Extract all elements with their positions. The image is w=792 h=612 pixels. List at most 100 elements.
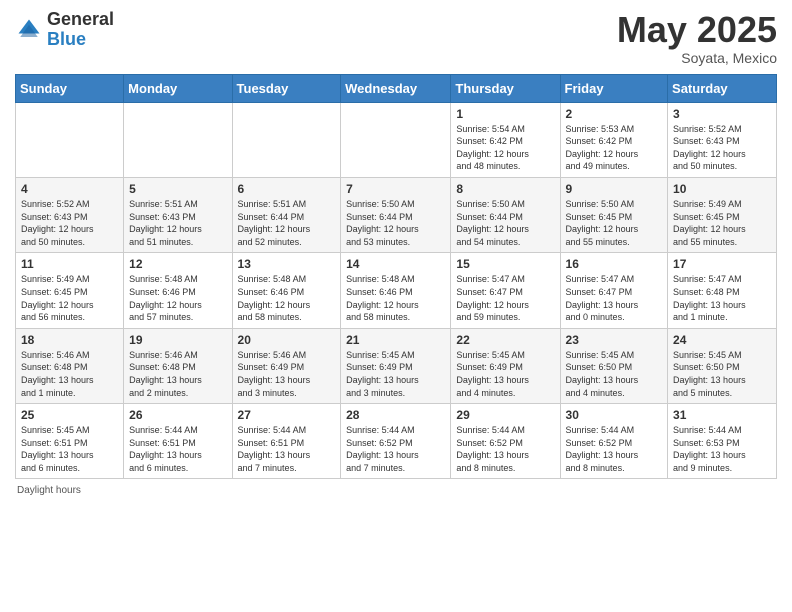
day-number: 15 bbox=[456, 257, 554, 271]
calendar-cell: 26Sunrise: 5:44 AM Sunset: 6:51 PM Dayli… bbox=[124, 404, 232, 479]
day-number: 29 bbox=[456, 408, 554, 422]
month-title: May 2025 bbox=[617, 10, 777, 50]
calendar-cell: 8Sunrise: 5:50 AM Sunset: 6:44 PM Daylig… bbox=[451, 177, 560, 252]
calendar-cell: 9 Sunrise: 5:50 AM Sunset: 6:45 PM Daylig… bbox=[560, 177, 668, 252]
calendar-cell: 2 Sunrise: 5:53 AM Sunset: 6:42 PM Daylig… bbox=[560, 102, 668, 177]
day-number: 23 bbox=[566, 333, 663, 347]
calendar-cell: 25 Sunrise: 5:45 AM Sunset: 6:51 PM Dayli… bbox=[16, 404, 124, 479]
page: General Blue May 2025 Soyata, Mexico Sun… bbox=[0, 0, 792, 612]
calendar-week-row: 4 Sunrise: 5:52 AM Sunset: 6:43 PM Daylig… bbox=[16, 177, 777, 252]
calendar-day-header: Sunday bbox=[16, 74, 124, 102]
day-number: 8 bbox=[456, 182, 554, 196]
day-number: 10 bbox=[673, 182, 771, 196]
day-number: 6 bbox=[238, 182, 336, 196]
calendar-cell: 4 Sunrise: 5:52 AM Sunset: 6:43 PM Daylig… bbox=[16, 177, 124, 252]
calendar-week-row: 25 Sunrise: 5:45 AM Sunset: 6:51 PM Dayli… bbox=[16, 404, 777, 479]
day-info: Sunrise: 5:47 AM Sunset: 6:47 PM Dayligh… bbox=[566, 273, 663, 323]
calendar-cell: 20 Sunrise: 5:46 AM Sunset: 6:49 PM Dayli… bbox=[232, 328, 341, 403]
day-number: 30 bbox=[566, 408, 663, 422]
day-info: Sunrise: 5:51 AM Sunset: 6:44 PM Dayligh… bbox=[238, 198, 336, 248]
day-info: Sunrise: 5:49 AM Sunset: 6:45 PM Dayligh… bbox=[21, 273, 118, 323]
calendar-cell: 27 Sunrise: 5:44 AM Sunset: 6:51 PM Dayli… bbox=[232, 404, 341, 479]
calendar-cell: 15 Sunrise: 5:47 AM Sunset: 6:47 PM Dayli… bbox=[451, 253, 560, 328]
day-number: 4 bbox=[21, 182, 118, 196]
day-info: Sunrise: 5:45 AM Sunset: 6:50 PM Dayligh… bbox=[566, 349, 663, 399]
day-number: 22 bbox=[456, 333, 554, 347]
day-number: 28 bbox=[346, 408, 445, 422]
location: Soyata, Mexico bbox=[617, 50, 777, 66]
day-info: Sunrise: 5:45 AM Sunset: 6:49 PM Dayligh… bbox=[346, 349, 445, 399]
day-number: 27 bbox=[238, 408, 336, 422]
logo: General Blue bbox=[15, 10, 114, 50]
calendar-day-header: Tuesday bbox=[232, 74, 341, 102]
day-number: 5 bbox=[129, 182, 226, 196]
calendar-cell bbox=[16, 102, 124, 177]
calendar-cell: 5 Sunrise: 5:51 AM Sunset: 6:43 PM Daylig… bbox=[124, 177, 232, 252]
day-info: Sunrise: 5:44 AM Sunset: 6:51 PM Dayligh… bbox=[238, 424, 336, 474]
calendar-header-row: SundayMondayTuesdayWednesdayThursdayFrid… bbox=[16, 74, 777, 102]
calendar-cell: 24Sunrise: 5:45 AM Sunset: 6:50 PM Dayli… bbox=[668, 328, 777, 403]
title-block: May 2025 Soyata, Mexico bbox=[617, 10, 777, 66]
day-number: 7 bbox=[346, 182, 445, 196]
footer: Daylight hours bbox=[15, 485, 777, 496]
day-number: 17 bbox=[673, 257, 771, 271]
day-info: Sunrise: 5:47 AM Sunset: 6:48 PM Dayligh… bbox=[673, 273, 771, 323]
day-info: Sunrise: 5:48 AM Sunset: 6:46 PM Dayligh… bbox=[129, 273, 226, 323]
day-info: Sunrise: 5:53 AM Sunset: 6:42 PM Dayligh… bbox=[566, 123, 663, 173]
day-number: 11 bbox=[21, 257, 118, 271]
day-info: Sunrise: 5:45 AM Sunset: 6:50 PM Dayligh… bbox=[673, 349, 771, 399]
day-info: Sunrise: 5:46 AM Sunset: 6:48 PM Dayligh… bbox=[21, 349, 118, 399]
day-number: 3 bbox=[673, 107, 771, 121]
day-number: 16 bbox=[566, 257, 663, 271]
calendar-day-header: Monday bbox=[124, 74, 232, 102]
calendar-cell: 3 Sunrise: 5:52 AM Sunset: 6:43 PM Daylig… bbox=[668, 102, 777, 177]
day-number: 25 bbox=[21, 408, 118, 422]
calendar-cell: 17 Sunrise: 5:47 AM Sunset: 6:48 PM Dayli… bbox=[668, 253, 777, 328]
calendar-cell: 11 Sunrise: 5:49 AM Sunset: 6:45 PM Dayli… bbox=[16, 253, 124, 328]
day-number: 14 bbox=[346, 257, 445, 271]
day-number: 1 bbox=[456, 107, 554, 121]
calendar-cell: 30 Sunrise: 5:44 AM Sunset: 6:52 PM Dayli… bbox=[560, 404, 668, 479]
day-info: Sunrise: 5:46 AM Sunset: 6:48 PM Dayligh… bbox=[129, 349, 226, 399]
calendar-day-header: Thursday bbox=[451, 74, 560, 102]
day-info: Sunrise: 5:52 AM Sunset: 6:43 PM Dayligh… bbox=[673, 123, 771, 173]
logo-icon bbox=[15, 16, 43, 44]
calendar-table: SundayMondayTuesdayWednesdayThursdayFrid… bbox=[15, 74, 777, 480]
day-info: Sunrise: 5:50 AM Sunset: 6:44 PM Dayligh… bbox=[346, 198, 445, 248]
day-number: 2 bbox=[566, 107, 663, 121]
day-info: Sunrise: 5:44 AM Sunset: 6:52 PM Dayligh… bbox=[566, 424, 663, 474]
calendar-week-row: 1Sunrise: 5:54 AM Sunset: 6:42 PM Daylig… bbox=[16, 102, 777, 177]
calendar-day-header: Friday bbox=[560, 74, 668, 102]
calendar-cell: 12Sunrise: 5:48 AM Sunset: 6:46 PM Dayli… bbox=[124, 253, 232, 328]
day-number: 21 bbox=[346, 333, 445, 347]
day-info: Sunrise: 5:50 AM Sunset: 6:45 PM Dayligh… bbox=[566, 198, 663, 248]
calendar-cell: 19 Sunrise: 5:46 AM Sunset: 6:48 PM Dayli… bbox=[124, 328, 232, 403]
calendar-cell bbox=[341, 102, 451, 177]
calendar-cell: 29 Sunrise: 5:44 AM Sunset: 6:52 PM Dayli… bbox=[451, 404, 560, 479]
calendar-cell: 6 Sunrise: 5:51 AM Sunset: 6:44 PM Daylig… bbox=[232, 177, 341, 252]
day-info: Sunrise: 5:45 AM Sunset: 6:51 PM Dayligh… bbox=[21, 424, 118, 474]
calendar-cell bbox=[124, 102, 232, 177]
day-info: Sunrise: 5:48 AM Sunset: 6:46 PM Dayligh… bbox=[346, 273, 445, 323]
day-number: 19 bbox=[129, 333, 226, 347]
calendar-cell: 7 Sunrise: 5:50 AM Sunset: 6:44 PM Daylig… bbox=[341, 177, 451, 252]
calendar-cell: 31Sunrise: 5:44 AM Sunset: 6:53 PM Dayli… bbox=[668, 404, 777, 479]
day-info: Sunrise: 5:47 AM Sunset: 6:47 PM Dayligh… bbox=[456, 273, 554, 323]
calendar-cell: 14 Sunrise: 5:48 AM Sunset: 6:46 PM Dayli… bbox=[341, 253, 451, 328]
day-info: Sunrise: 5:52 AM Sunset: 6:43 PM Dayligh… bbox=[21, 198, 118, 248]
day-number: 9 bbox=[566, 182, 663, 196]
day-number: 31 bbox=[673, 408, 771, 422]
calendar-week-row: 11 Sunrise: 5:49 AM Sunset: 6:45 PM Dayli… bbox=[16, 253, 777, 328]
calendar-cell: 21 Sunrise: 5:45 AM Sunset: 6:49 PM Dayli… bbox=[341, 328, 451, 403]
day-info: Sunrise: 5:44 AM Sunset: 6:52 PM Dayligh… bbox=[456, 424, 554, 474]
calendar-cell: 16 Sunrise: 5:47 AM Sunset: 6:47 PM Dayli… bbox=[560, 253, 668, 328]
calendar-week-row: 18Sunrise: 5:46 AM Sunset: 6:48 PM Dayli… bbox=[16, 328, 777, 403]
calendar-cell: 28Sunrise: 5:44 AM Sunset: 6:52 PM Dayli… bbox=[341, 404, 451, 479]
calendar-cell: 23 Sunrise: 5:45 AM Sunset: 6:50 PM Dayli… bbox=[560, 328, 668, 403]
day-number: 20 bbox=[238, 333, 336, 347]
calendar-cell: 22Sunrise: 5:45 AM Sunset: 6:49 PM Dayli… bbox=[451, 328, 560, 403]
day-info: Sunrise: 5:46 AM Sunset: 6:49 PM Dayligh… bbox=[238, 349, 336, 399]
day-number: 26 bbox=[129, 408, 226, 422]
day-info: Sunrise: 5:51 AM Sunset: 6:43 PM Dayligh… bbox=[129, 198, 226, 248]
calendar-day-header: Wednesday bbox=[341, 74, 451, 102]
